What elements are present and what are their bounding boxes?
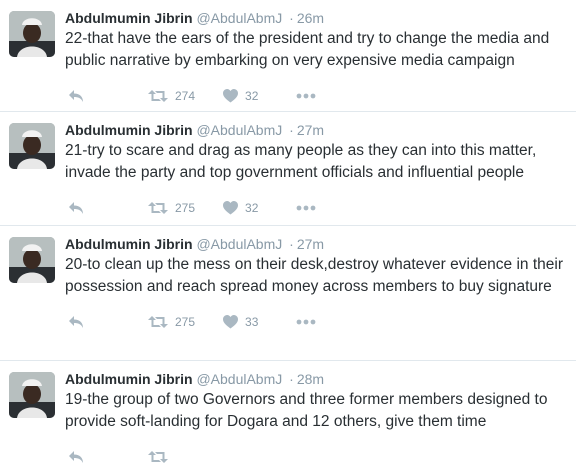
- tweet-item[interactable]: Abdulmumin Jibrin @AbdulAbmJ · 27m 20-to …: [0, 226, 576, 361]
- tweet-header: Abdulmumin Jibrin @AbdulAbmJ · 26m: [65, 9, 566, 27]
- tweet-header: Abdulmumin Jibrin @AbdulAbmJ · 27m: [65, 121, 566, 139]
- tweet-item[interactable]: Abdulmumin Jibrin @AbdulAbmJ · 26m 22-tha…: [0, 0, 576, 112]
- tweet-actions: [65, 447, 566, 467]
- tweet-header: Abdulmumin Jibrin @AbdulAbmJ · 27m: [65, 235, 566, 253]
- user-handle[interactable]: @AbdulAbmJ: [196, 122, 282, 138]
- more-icon: [296, 93, 316, 99]
- reply-button[interactable]: [68, 450, 84, 464]
- timestamp[interactable]: 27m: [297, 236, 324, 252]
- like-button[interactable]: 32: [223, 201, 258, 215]
- more-icon: [296, 319, 316, 325]
- more-button[interactable]: [296, 319, 316, 325]
- reply-icon: [69, 451, 83, 463]
- separator-dot: ·: [289, 122, 294, 138]
- retweet-icon: [148, 90, 168, 102]
- reply-button[interactable]: [68, 89, 84, 103]
- timestamp[interactable]: 26m: [297, 10, 324, 26]
- separator-dot: ·: [289, 236, 294, 252]
- timestamp[interactable]: 28m: [297, 371, 324, 387]
- user-handle[interactable]: @AbdulAbmJ: [196, 10, 282, 26]
- separator-dot: ·: [289, 371, 294, 387]
- retweet-icon: [148, 451, 168, 463]
- retweet-count: 274: [175, 89, 196, 103]
- tweet-item[interactable]: Abdulmumin Jibrin @AbdulAbmJ · 27m 21-try…: [0, 112, 576, 226]
- display-name[interactable]: Abdulmumin Jibrin: [65, 236, 193, 252]
- tweet-text: 20-to clean up the mess on their desk,de…: [65, 256, 563, 295]
- like-count: 32: [245, 89, 259, 103]
- tweet-actions: 275 33: [65, 312, 566, 332]
- tweet-actions: 274 32: [65, 86, 566, 106]
- tweet-text: 19-the group of two Governors and three …: [65, 391, 548, 430]
- retweet-button[interactable]: 274: [148, 89, 195, 103]
- more-button[interactable]: [296, 93, 316, 99]
- tweet-text: 21-try to scare and drag as many people …: [65, 142, 537, 181]
- display-name[interactable]: Abdulmumin Jibrin: [65, 10, 193, 26]
- display-name[interactable]: Abdulmumin Jibrin: [65, 371, 193, 387]
- tweet-header: Abdulmumin Jibrin @AbdulAbmJ · 28m: [65, 370, 566, 388]
- avatar[interactable]: [9, 123, 55, 169]
- user-handle[interactable]: @AbdulAbmJ: [196, 371, 282, 387]
- separator-dot: ·: [289, 10, 294, 26]
- heart-icon: [223, 201, 239, 215]
- reply-button[interactable]: [68, 315, 84, 329]
- display-name[interactable]: Abdulmumin Jibrin: [65, 122, 193, 138]
- tweet-text: 22-that have the ears of the president a…: [65, 30, 550, 69]
- tweet-item[interactable]: Abdulmumin Jibrin @AbdulAbmJ · 28m 19-the…: [0, 361, 576, 463]
- tweet-actions: 275 32: [65, 198, 566, 218]
- like-count: 32: [245, 201, 259, 215]
- retweet-icon: [148, 202, 168, 214]
- more-icon: [296, 205, 316, 211]
- retweet-button[interactable]: 275: [148, 315, 195, 329]
- retweet-count: 275: [175, 315, 196, 329]
- retweet-count: 275: [175, 201, 196, 215]
- retweet-button[interactable]: [148, 450, 168, 464]
- like-count: 33: [245, 315, 259, 329]
- reply-button[interactable]: [68, 201, 84, 215]
- heart-icon: [223, 89, 239, 103]
- avatar[interactable]: [9, 11, 55, 57]
- like-button[interactable]: 33: [223, 315, 258, 329]
- like-button[interactable]: 32: [223, 89, 258, 103]
- user-handle[interactable]: @AbdulAbmJ: [196, 236, 282, 252]
- retweet-button[interactable]: 275: [148, 201, 195, 215]
- reply-icon: [69, 316, 83, 328]
- more-button[interactable]: [296, 205, 316, 211]
- reply-icon: [69, 202, 83, 214]
- heart-icon: [223, 315, 239, 329]
- timestamp[interactable]: 27m: [297, 122, 324, 138]
- retweet-icon: [148, 316, 168, 328]
- avatar[interactable]: [9, 237, 55, 283]
- avatar[interactable]: [9, 372, 55, 418]
- tweet-timeline: Abdulmumin Jibrin @AbdulAbmJ · 26m 22-tha…: [0, 0, 576, 463]
- reply-icon: [69, 90, 83, 102]
